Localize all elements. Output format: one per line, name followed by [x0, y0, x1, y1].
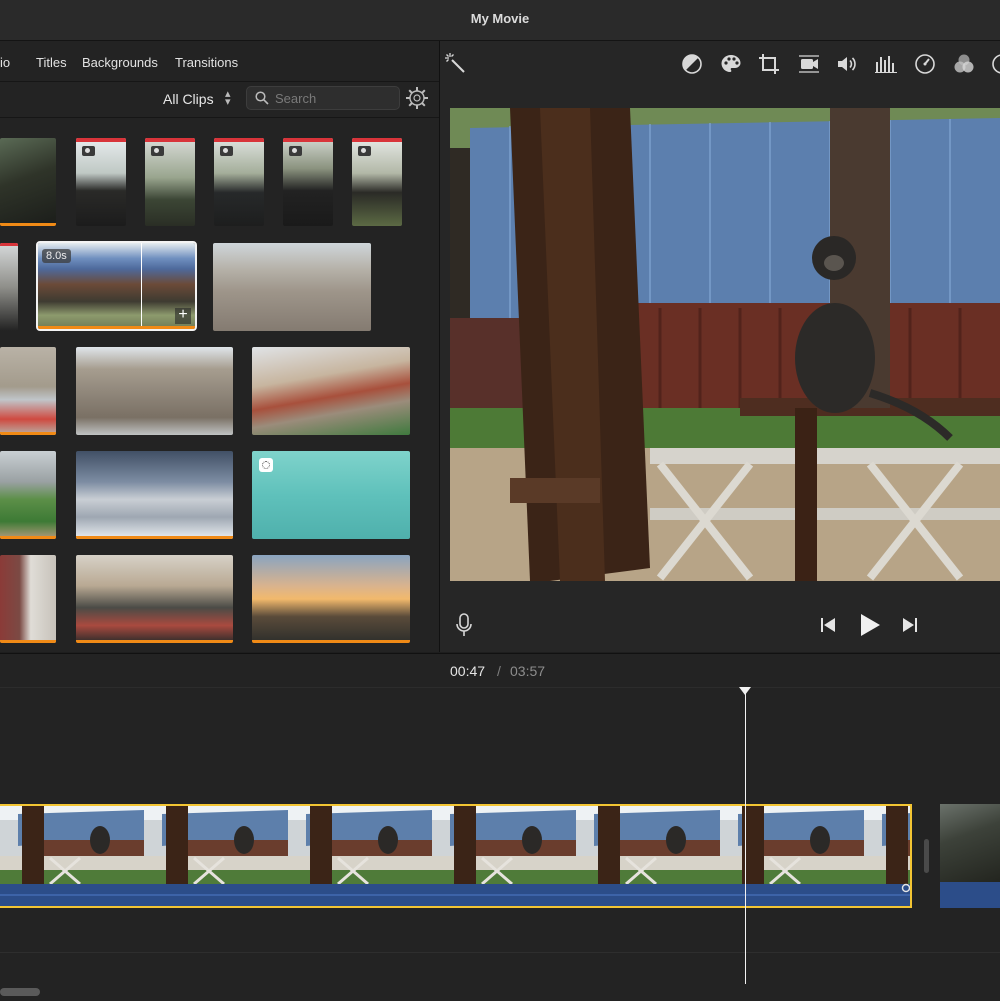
photo-thumbnail[interactable] [145, 138, 195, 226]
search-box[interactable] [246, 86, 400, 110]
equalizer-icon[interactable] [874, 52, 898, 76]
skimmer-line [141, 243, 142, 329]
camera-icon [358, 146, 371, 156]
play-icon[interactable] [859, 613, 881, 637]
speed-icon[interactable] [913, 52, 937, 76]
info-icon[interactable] [990, 52, 1000, 76]
timeline-video-clip[interactable] [0, 804, 912, 908]
used-indicator [0, 432, 56, 435]
skip-back-icon[interactable] [820, 618, 836, 632]
used-indicator [76, 536, 233, 539]
photo-thumbnail[interactable] [352, 138, 402, 226]
search-icon [255, 91, 269, 105]
clip-thumbnail[interactable] [0, 555, 56, 643]
camera-icon [82, 146, 95, 156]
photo-thumbnail[interactable] [214, 138, 264, 226]
clip-thumbnail[interactable] [0, 243, 18, 331]
tab-audio[interactable]: io [0, 55, 10, 70]
clip-filter-dropdown[interactable]: All Clips [163, 91, 214, 107]
timeline[interactable]: 00:47 / 03:57 [0, 653, 1000, 1001]
clip-thumbnail[interactable] [76, 347, 233, 435]
favorite-indicator [352, 138, 402, 142]
transition-handle[interactable] [924, 839, 929, 873]
clip-thumbnail[interactable] [0, 138, 56, 226]
clip-thumbnail[interactable] [252, 347, 410, 435]
tab-transitions[interactable]: Transitions [175, 55, 238, 70]
tab-backgrounds[interactable]: Backgrounds [82, 55, 158, 70]
divider [0, 952, 1000, 953]
favorite-indicator [0, 243, 18, 246]
window-title: My Movie [470, 11, 530, 26]
media-browser: io Titles Backgrounds Transitions All Cl… [0, 41, 440, 652]
crop-icon[interactable] [757, 52, 781, 76]
color-palette-icon[interactable] [719, 52, 743, 76]
adjustment-toolbar [440, 41, 1000, 91]
microphone-icon[interactable] [454, 613, 474, 637]
horizontal-scrollbar[interactable] [0, 988, 40, 996]
clip-thumbnail[interactable] [0, 451, 56, 539]
timeline-video-clip[interactable] [940, 804, 1000, 908]
clip-duration-badge: 8.0s [42, 249, 71, 263]
search-input[interactable] [275, 89, 393, 107]
filter-bar: All Clips ▴ ▾ [0, 81, 439, 118]
photo-thumbnail[interactable] [76, 138, 126, 226]
filter-icon[interactable] [952, 52, 976, 76]
used-indicator [252, 640, 410, 643]
time-separator: / [497, 663, 501, 679]
total-time: 03:57 [510, 663, 546, 679]
selected-clip-thumbnail[interactable]: 8.0s + [36, 241, 197, 331]
used-indicator [76, 640, 233, 643]
favorite-indicator [214, 138, 264, 142]
used-indicator [0, 640, 56, 643]
camera-icon [220, 146, 233, 156]
clip-filmstrip [0, 806, 910, 906]
photo-thumbnail[interactable] [283, 138, 333, 226]
clip-thumbnail[interactable] [252, 555, 410, 643]
plus-icon[interactable]: + [175, 307, 191, 324]
settings-icon[interactable] [404, 85, 430, 111]
favorite-indicator [283, 138, 333, 142]
favorite-indicator [76, 138, 126, 142]
used-indicator [38, 326, 195, 329]
magic-wand-icon[interactable] [444, 52, 468, 76]
preview-frame [450, 108, 1000, 581]
clip-thumbnail[interactable] [0, 347, 56, 435]
title-bar: My Movie [0, 0, 1000, 41]
used-indicator [0, 536, 56, 539]
clip-thumbnail[interactable] [252, 451, 410, 539]
video-preview [450, 108, 1000, 581]
used-indicator [0, 223, 56, 226]
volume-icon[interactable] [835, 52, 859, 76]
chevron-updown-icon[interactable]: ▴ ▾ [225, 89, 231, 108]
camera-icon [151, 146, 164, 156]
skip-forward-icon[interactable] [902, 618, 918, 632]
color-balance-icon[interactable] [680, 52, 704, 76]
viewer-panel [440, 41, 1000, 652]
stabilization-icon[interactable] [797, 52, 821, 76]
clip-thumbnail[interactable] [76, 451, 233, 539]
current-time: 00:47 [450, 663, 486, 679]
tab-titles[interactable]: Titles [36, 55, 67, 70]
loading-icon [259, 458, 273, 472]
browser-nav: io Titles Backgrounds Transitions [0, 41, 439, 81]
playhead[interactable] [745, 691, 746, 984]
camera-icon [289, 146, 302, 156]
clip-thumbnail[interactable] [76, 555, 233, 643]
favorite-indicator [145, 138, 195, 142]
clip-thumbnail[interactable] [213, 243, 371, 331]
divider [0, 687, 1000, 688]
